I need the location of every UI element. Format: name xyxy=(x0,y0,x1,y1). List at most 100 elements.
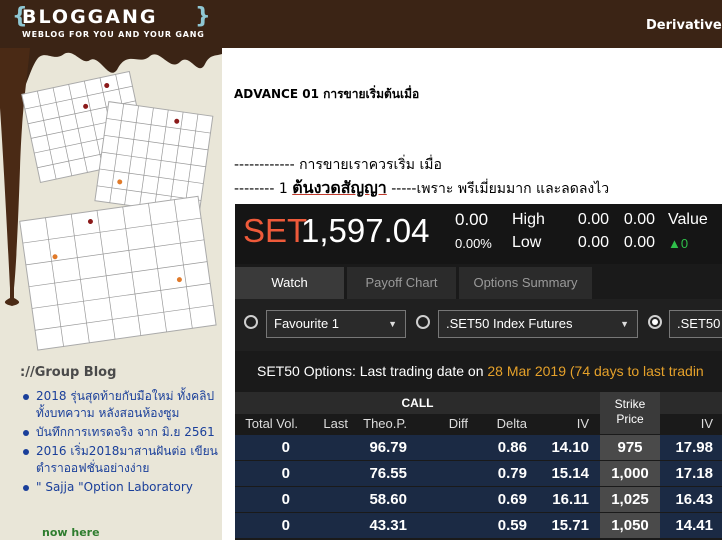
trading-info-date: 28 Mar 2019 (74 days to last tradin xyxy=(487,363,704,379)
tab-payoff-chart[interactable]: Payoff Chart xyxy=(347,267,456,299)
now-here-label: now here xyxy=(42,526,100,539)
cell-delta: 0.86 xyxy=(497,439,527,456)
group-blog-title: ://Group Blog xyxy=(20,365,117,380)
post-title: ADVANCE 01 การขายเริ่มต้นเมื่อ xyxy=(234,87,420,101)
cell-diff xyxy=(407,513,468,538)
cell-put-iv: 17.98 xyxy=(675,439,713,456)
cell-diff xyxy=(407,487,468,512)
index-price: 1,597.04 xyxy=(301,212,430,249)
post-line-2-prefix: -------- 1 xyxy=(234,181,293,197)
table-row[interactable]: 0 58.60 0.69 16.11 1,025 16.43 xyxy=(235,487,722,512)
series-radio[interactable] xyxy=(648,315,662,329)
trading-info: SET50 Options: Last trading date on 28 M… xyxy=(257,363,704,379)
cell-last xyxy=(298,513,348,538)
calendar-illustration xyxy=(0,48,217,351)
underlying-select-value: .SET50 Index Futures xyxy=(446,316,573,331)
cell-strike: 1,000 xyxy=(600,461,660,486)
low-label: Low xyxy=(512,234,542,251)
cell-delta: 0.59 xyxy=(497,517,527,534)
post-line-2: -------- 1 ต้นงวดสัญญา -----เพราะ พรีเมี… xyxy=(234,176,609,201)
post-line-2-suffix: -----เพราะ พรีเมี่ยมมาก และลดลงไว xyxy=(386,181,610,197)
index-change: 0.00 xyxy=(455,210,489,229)
underlying-select[interactable]: .SET50 Index Futures ▼ xyxy=(438,310,638,338)
logo-brace-right: } xyxy=(195,4,211,29)
high-value-2: 0.00 xyxy=(623,211,655,228)
group-blog-link[interactable]: " Sajja "Option Laboratory xyxy=(22,479,220,496)
cell-put-iv: 14.41 xyxy=(675,517,713,534)
tab-watch[interactable]: Watch xyxy=(235,267,344,299)
logo-tagline: WEBLOG FOR YOU AND YOUR GANG xyxy=(22,30,205,39)
index-change-percent: 0.00% xyxy=(455,236,492,251)
underlying-radio[interactable] xyxy=(416,315,430,329)
logo-text: BLOGGANG xyxy=(22,6,158,28)
tab-options-summary[interactable]: Options Summary xyxy=(459,267,592,299)
call-header: CALL xyxy=(235,392,600,414)
cell-iv: 15.14 xyxy=(551,465,589,482)
favourite-radio[interactable] xyxy=(244,315,258,329)
cell-last xyxy=(298,461,348,486)
cell-put-iv: 17.18 xyxy=(675,465,713,482)
low-value-2: 0.00 xyxy=(623,234,655,251)
bloggang-logo[interactable]: { BLOGGANG } WEBLOG FOR YOU AND YOUR GAN… xyxy=(12,4,211,42)
index-symbol: SET xyxy=(243,212,308,249)
cell-diff xyxy=(407,435,468,460)
cell-strike: 1,025 xyxy=(600,487,660,512)
series-select-value: .SET50 xyxy=(677,316,721,331)
column-header-theo: Theo.P. xyxy=(363,416,407,431)
table-row[interactable]: 0 76.55 0.79 15.14 1,000 17.18 xyxy=(235,461,722,486)
filter-bar: Favourite 1 ▼ .SET50 Index Futures ▼ .SE… xyxy=(235,299,722,351)
cell-total-vol: 0 xyxy=(281,491,290,508)
put-header xyxy=(660,392,722,414)
group-blog-link[interactable]: 2018 รุ่นสุดท้ายกับมือใหม่ ทั้งคลิป ทั้ง… xyxy=(22,388,220,422)
high-value-1: 0.00 xyxy=(577,211,609,228)
cell-theo: 58.60 xyxy=(369,491,407,508)
cell-strike: 1,050 xyxy=(600,513,660,538)
cell-total-vol: 0 xyxy=(281,439,290,456)
post-line-1: ------------ การขายเราควรเริ่ม เมื่อ xyxy=(234,157,442,173)
cell-iv: 14.10 xyxy=(551,439,589,456)
series-select[interactable]: .SET50 xyxy=(669,310,722,338)
cell-iv: 15.71 xyxy=(551,517,589,534)
cell-theo: 43.31 xyxy=(369,517,407,534)
blog-title[interactable]: Derivatives xyxy=(646,18,722,33)
cell-total-vol: 0 xyxy=(281,465,290,482)
chevron-down-icon: ▼ xyxy=(620,319,629,329)
cell-delta: 0.79 xyxy=(497,465,527,482)
column-header-delta: Delta xyxy=(496,416,527,431)
column-header-iv: IV xyxy=(576,416,589,431)
group-blog-list: 2018 รุ่นสุดท้ายกับมือใหม่ ทั้งคลิป ทั้ง… xyxy=(22,388,220,498)
column-header-last: Last xyxy=(323,416,348,431)
column-header-diff: Diff xyxy=(448,416,468,431)
group-blog-link[interactable]: บันทึกการเทรดจริง จาก มิ.ย 2561 xyxy=(22,424,220,441)
cell-theo: 96.79 xyxy=(369,439,407,456)
strike-header-line-1: Strike xyxy=(614,397,646,411)
cell-strike: 975 xyxy=(600,435,660,460)
post-line-2-emphasis: ต้นงวดสัญญา xyxy=(292,178,387,197)
options-app-screenshot: SET 1,597.04 0.00 0.00% High Low 0.00 0.… xyxy=(235,204,722,540)
favourite-select[interactable]: Favourite 1 ▼ xyxy=(266,310,406,338)
group-blog-link[interactable]: 2016 เริ่ม2018มาสานฝันต่อ เขียนตำราออฟชั… xyxy=(22,443,220,477)
chevron-down-icon: ▼ xyxy=(388,319,397,329)
strike-header-line-2: Price xyxy=(616,412,644,426)
value-amount: ▲0 xyxy=(668,236,689,251)
favourite-select-value: Favourite 1 xyxy=(274,316,340,331)
high-label: High xyxy=(512,211,545,228)
cell-theo: 76.55 xyxy=(369,465,407,482)
cell-total-vol: 0 xyxy=(281,517,290,534)
cell-diff xyxy=(407,461,468,486)
index-header: SET 1,597.04 0.00 0.00% High Low 0.00 0.… xyxy=(235,204,722,264)
table-row[interactable]: 0 43.31 0.59 15.71 1,050 14.41 xyxy=(235,513,722,538)
cell-delta: 0.69 xyxy=(497,491,527,508)
value-label: Value xyxy=(668,211,708,228)
cell-iv: 16.11 xyxy=(552,491,589,508)
cell-last xyxy=(298,487,348,512)
low-value-1: 0.00 xyxy=(577,234,609,251)
page: { BLOGGANG } WEBLOG FOR YOU AND YOUR GAN… xyxy=(0,0,722,540)
cell-put-iv: 16.43 xyxy=(675,491,713,508)
column-header-put-iv: IV xyxy=(700,416,713,431)
cell-last xyxy=(298,435,348,460)
strike-header: Strike Price xyxy=(600,392,660,434)
column-header-total-vol: Total Vol. xyxy=(245,416,298,431)
table-row[interactable]: 0 96.79 0.86 14.10 975 17.98 xyxy=(235,435,722,460)
tab-bar: Watch Payoff Chart Options Summary xyxy=(235,267,722,299)
